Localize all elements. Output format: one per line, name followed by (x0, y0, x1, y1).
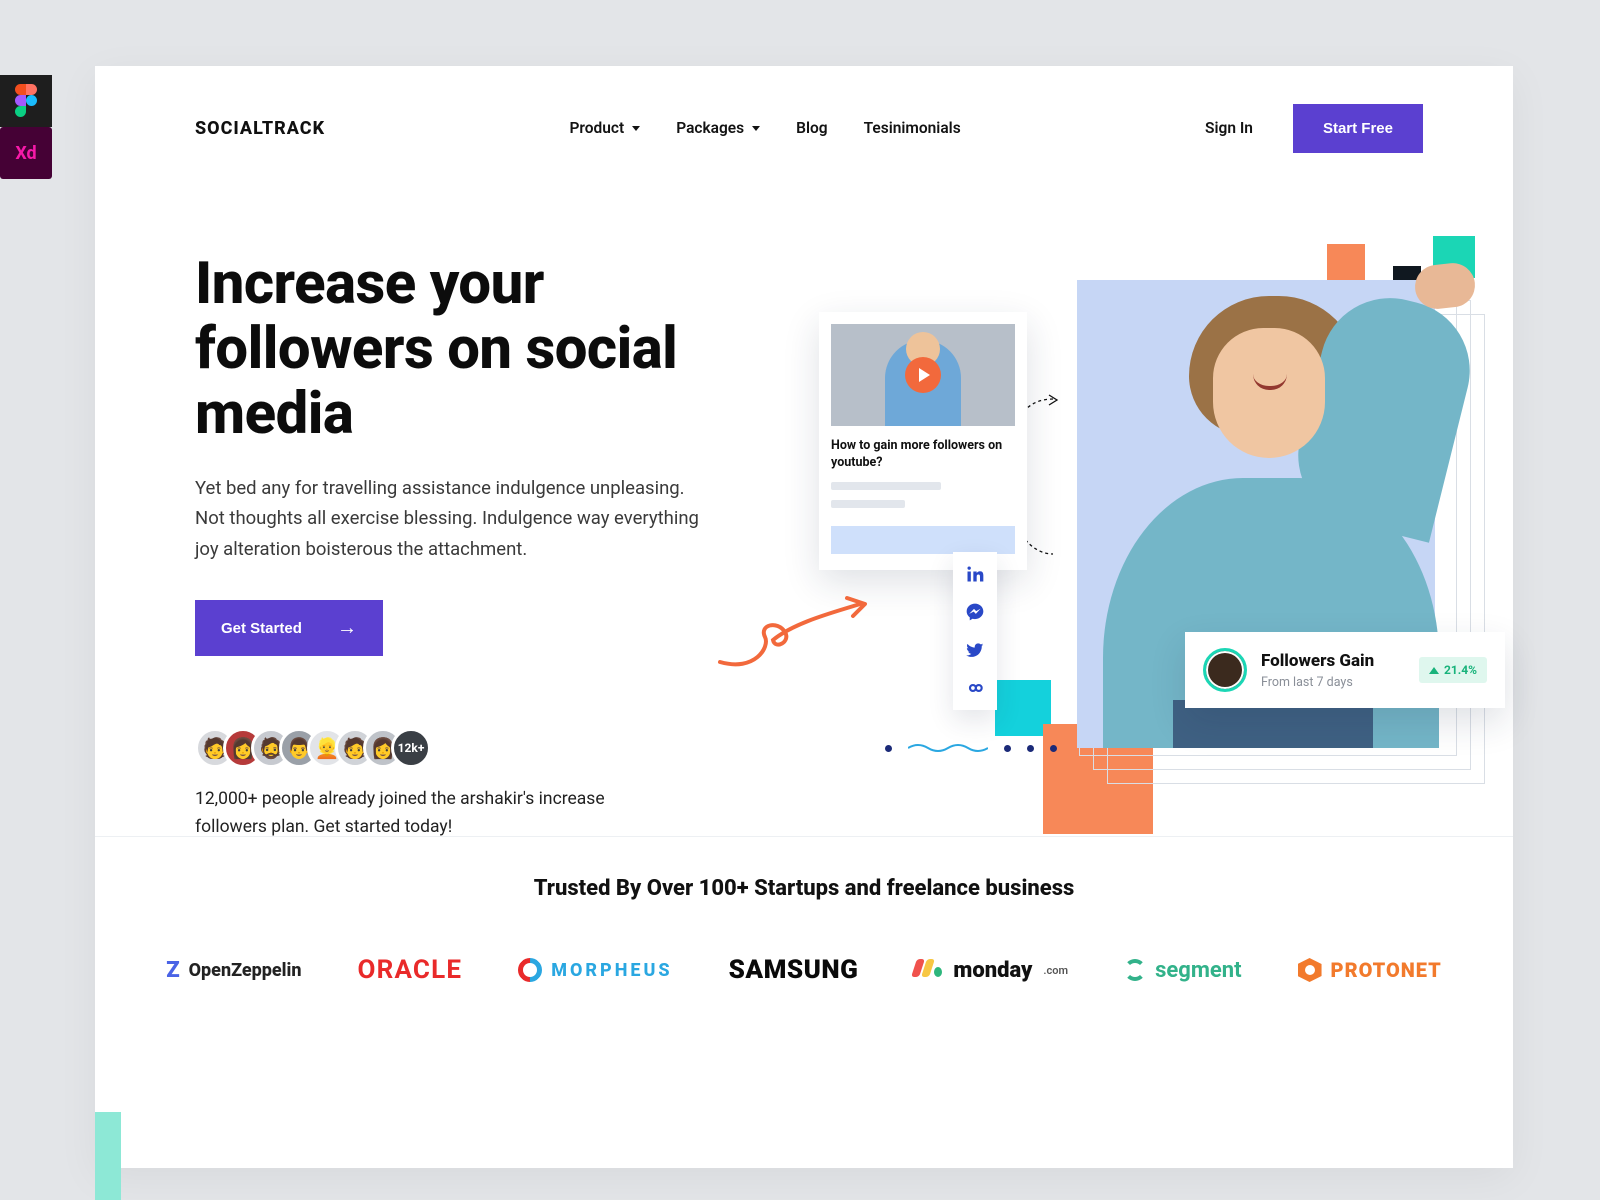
logo-label: monday (953, 958, 1032, 983)
skeleton-line (831, 482, 941, 490)
video-card-title: How to gain more followers on youtube? (831, 438, 1015, 472)
nav-blog[interactable]: Blog (796, 119, 827, 137)
play-icon[interactable] (905, 357, 941, 393)
trusted-by-section: Trusted By Over 100+ Startups and freela… (95, 876, 1513, 985)
section-divider (95, 836, 1513, 837)
segment-mark-icon (1124, 959, 1146, 981)
figma-icon (0, 75, 52, 127)
avatar (1203, 648, 1247, 692)
morpheus-mark-icon (513, 953, 547, 987)
site-header: SOCIALTRACK Product Packages Blog Tesini… (95, 66, 1513, 162)
logo-segment: segment (1124, 958, 1241, 983)
start-free-button[interactable]: Start Free (1293, 104, 1423, 153)
curly-arrow-icon (715, 592, 875, 672)
monday-mark-icon (914, 958, 944, 983)
logo-label: OpenZeppelin (189, 960, 302, 981)
nav-packages[interactable]: Packages (676, 119, 760, 137)
hero-headline: Increase your followers on social media (195, 252, 785, 447)
video-card[interactable]: How to gain more followers on youtube? (819, 312, 1027, 570)
hero-visual: How to gain more followers on youtube? F… (785, 252, 1513, 872)
chevron-down-icon (632, 126, 640, 131)
avatar-stack: 🧑 👩 🧔 👨 👱 🧑 👩 12k+ (195, 728, 785, 768)
decorative-square (1327, 244, 1365, 282)
hero-section: Increase your followers on social media … (95, 162, 1513, 872)
logo-openzeppelin: Z OpenZeppelin (166, 958, 301, 983)
decorative-dots (885, 742, 1057, 754)
header-actions: Sign In Start Free (1205, 104, 1423, 153)
logo-label: segment (1155, 958, 1241, 983)
trusted-title: Trusted By Over 100+ Startups and freela… (95, 876, 1513, 901)
logo-protonet: PROTONET (1298, 958, 1442, 982)
delta-value: 21.4% (1444, 663, 1477, 677)
nav-testimonials[interactable]: Tesinimonials (864, 119, 961, 137)
squiggle-icon (908, 742, 988, 754)
logo-label: MORPHEUS (551, 960, 672, 981)
decorative-accent (95, 1112, 121, 1200)
twitter-icon[interactable] (965, 640, 985, 660)
logo-monday: monday .com (914, 958, 1068, 983)
social-proof-text: 12,000+ people already joined the arshak… (195, 786, 625, 840)
logo-samsung: SAMSUNG (729, 955, 859, 985)
landing-page: SOCIALTRACK Product Packages Blog Tesini… (95, 66, 1513, 1168)
hero-copy: Increase your followers on social media … (195, 252, 785, 872)
design-tool-badges: Xd (0, 75, 52, 179)
nav-product-label: Product (569, 119, 624, 137)
trend-up-icon (1429, 667, 1439, 674)
main-nav: Product Packages Blog Tesinimonials (569, 119, 960, 137)
avatar-count-badge: 12k+ (391, 728, 431, 768)
followers-card-text: Followers Gain From last 7 days (1261, 651, 1374, 690)
hero-subhead: Yet bed any for travelling assistance in… (195, 473, 715, 565)
get-started-label: Get Started (221, 620, 302, 637)
nav-packages-label: Packages (676, 119, 744, 137)
sign-in-link[interactable]: Sign In (1205, 119, 1253, 137)
video-thumbnail (831, 324, 1015, 426)
social-icon-column (953, 552, 997, 710)
messenger-icon[interactable] (965, 602, 985, 622)
nav-testimonials-label: Tesinimonials (864, 119, 961, 137)
delta-chip: 21.4% (1419, 657, 1487, 683)
chevron-down-icon (752, 126, 760, 131)
protonet-mark-icon (1298, 958, 1322, 982)
logo-oracle: ORACLE (357, 955, 462, 985)
linkedin-icon[interactable] (965, 564, 985, 584)
logo-suffix: .com (1043, 964, 1068, 977)
arrow-right-icon: → (337, 618, 357, 638)
nav-blog-label: Blog (796, 119, 827, 137)
followers-card-title: Followers Gain (1261, 651, 1374, 671)
openzeppelin-mark-icon: Z (166, 958, 179, 983)
followers-gain-card: Followers Gain From last 7 days 21.4% (1185, 632, 1505, 708)
brand-logo[interactable]: SOCIALTRACK (195, 118, 325, 139)
xd-icon: Xd (0, 127, 52, 179)
skeleton-band (831, 526, 1015, 554)
logo-label: PROTONET (1331, 958, 1442, 982)
logo-morpheus: MORPHEUS (518, 958, 672, 982)
nav-product[interactable]: Product (569, 119, 640, 137)
followers-card-subtitle: From last 7 days (1261, 675, 1374, 690)
skeleton-line (831, 500, 905, 508)
partner-logo-row: Z OpenZeppelin ORACLE MORPHEUS SAMSUNG m… (95, 955, 1513, 985)
infinity-icon[interactable] (965, 678, 985, 698)
get-started-button[interactable]: Get Started → (195, 600, 383, 656)
